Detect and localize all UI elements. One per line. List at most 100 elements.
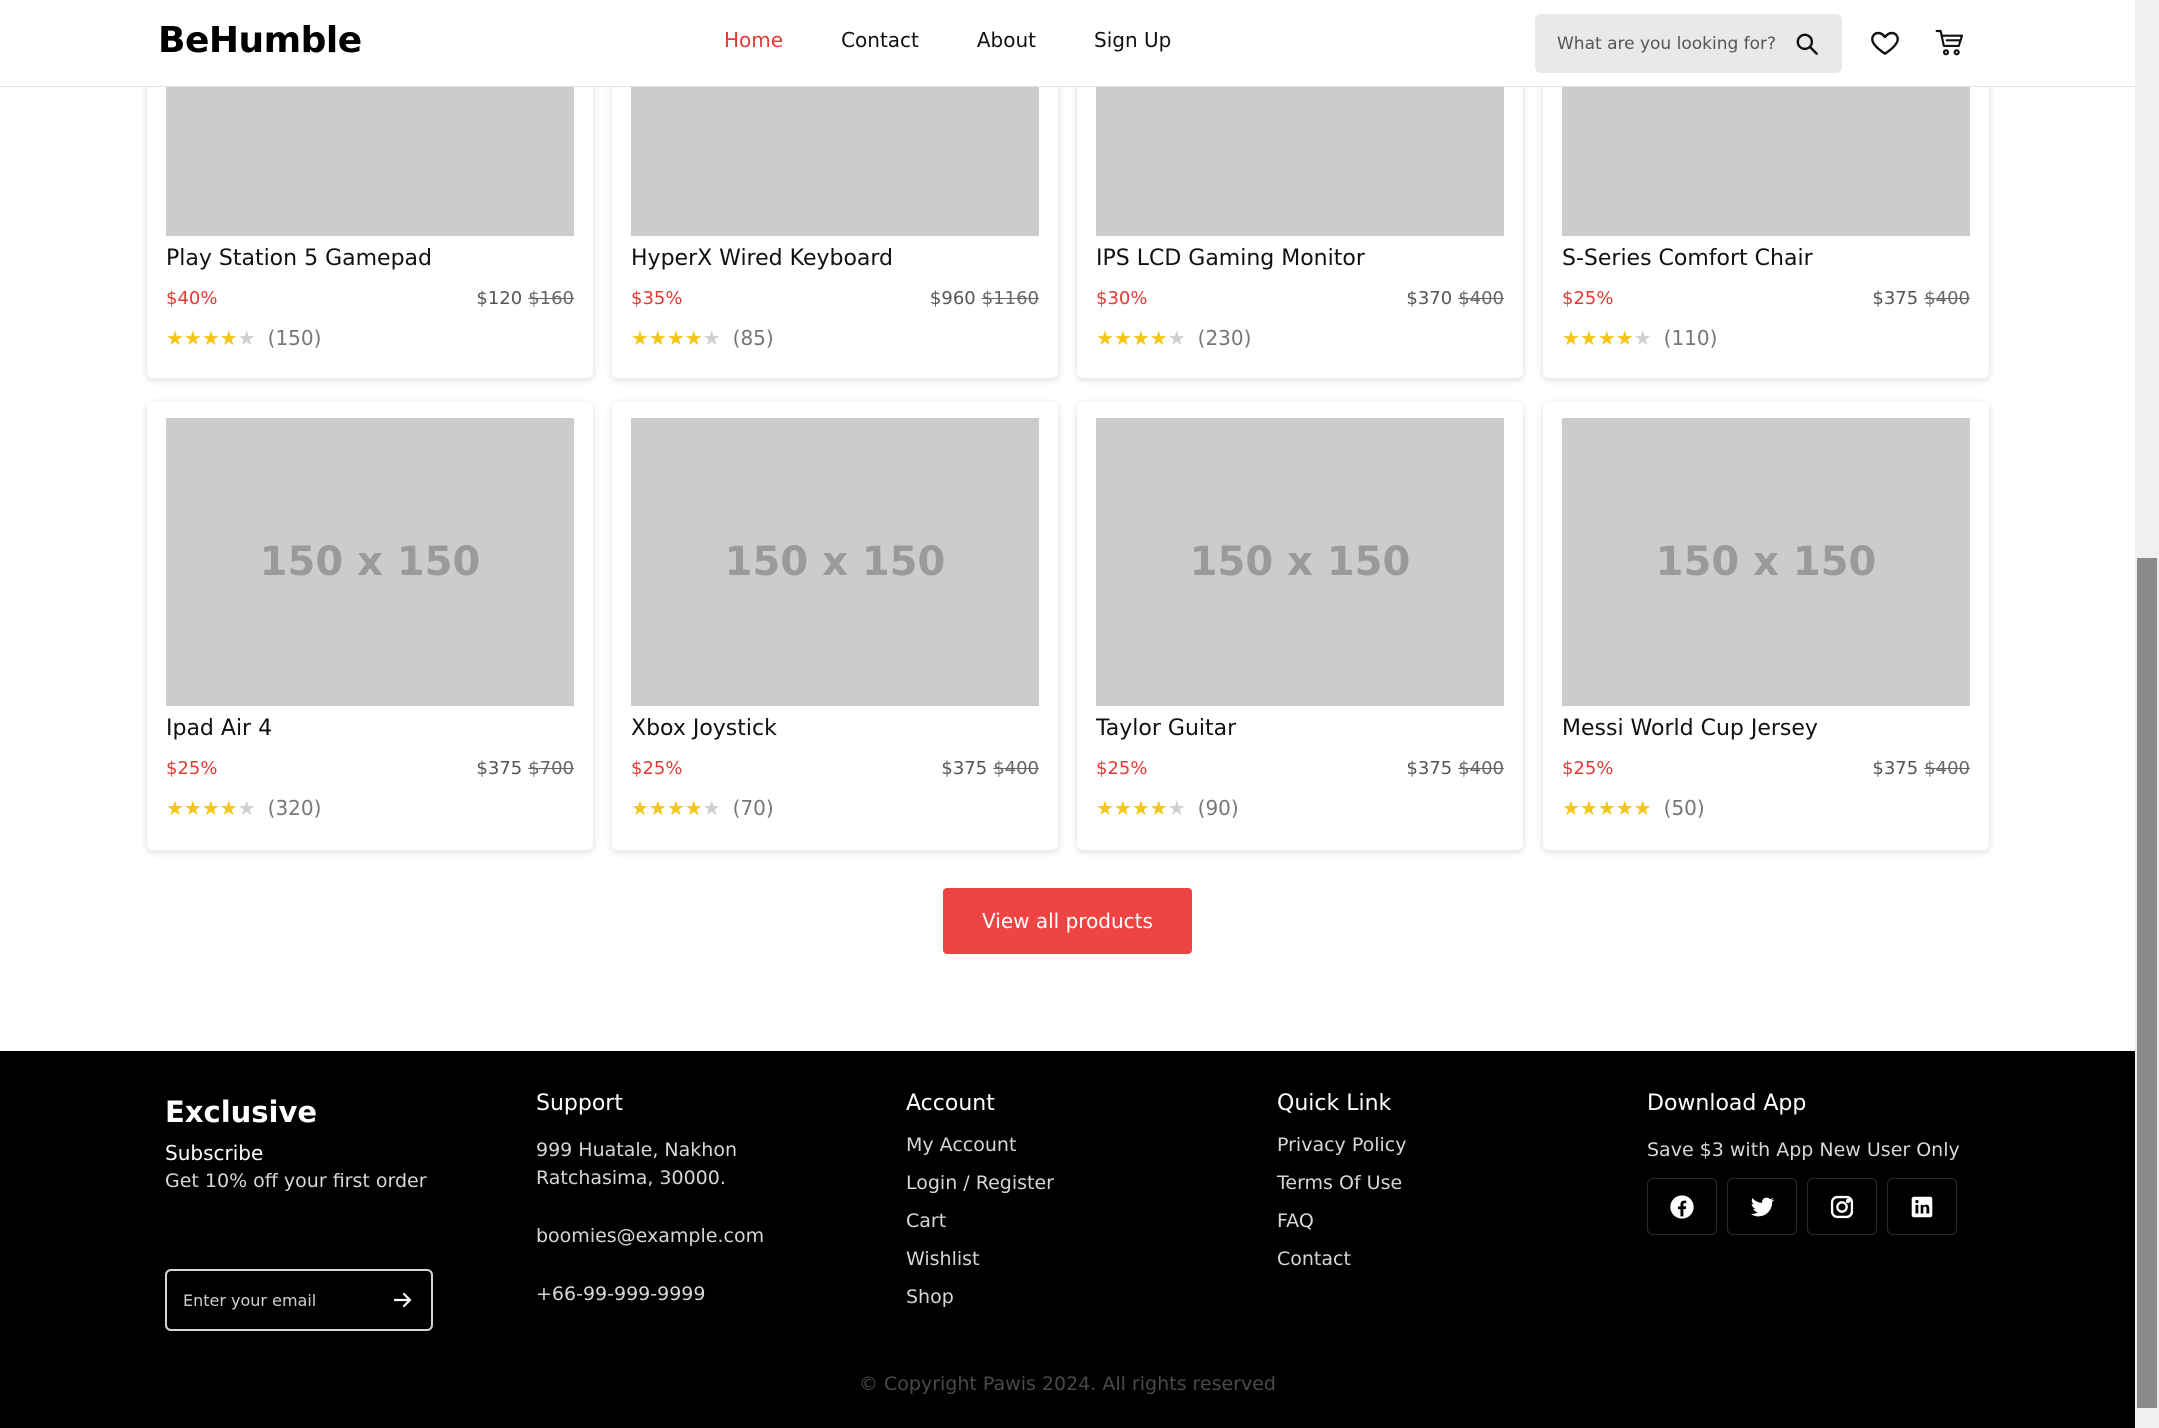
support-address-line1: 999 Huatale, Nakhon xyxy=(536,1139,737,1161)
price-block: $375 $700 xyxy=(476,758,574,779)
old-price: $160 xyxy=(528,288,574,309)
price-block: $120 $160 xyxy=(476,288,574,309)
page-scrollbar[interactable] xyxy=(2135,0,2159,1428)
product-card[interactable]: 150 x 150 Xbox Joystick $25% $375 $400 ★★… xyxy=(612,402,1058,850)
footer-link-terms-of-use[interactable]: Terms Of Use xyxy=(1277,1164,1577,1202)
search-icon[interactable] xyxy=(1794,31,1820,57)
footer-link-login-register[interactable]: Login / Register xyxy=(906,1164,1206,1202)
wishlist-heart-icon[interactable] xyxy=(1869,27,1901,59)
send-arrow-icon[interactable] xyxy=(391,1288,415,1312)
discount-label: $35% xyxy=(631,288,683,309)
support-email[interactable]: boomies@example.com xyxy=(536,1222,836,1250)
nav-sign-up[interactable]: Sign Up xyxy=(1094,28,1171,52)
old-price: $400 xyxy=(993,758,1039,779)
product-name[interactable]: Messi World Cup Jersey xyxy=(1562,716,1818,741)
product-card[interactable]: 150 x 150 Messi World Cup Jersey $25% $3… xyxy=(1543,402,1989,850)
email-input[interactable] xyxy=(183,1290,391,1310)
search-input[interactable] xyxy=(1557,33,1784,54)
discount-label: $25% xyxy=(631,758,683,779)
product-name[interactable]: Play Station 5 Gamepad xyxy=(166,246,432,271)
discount-label: $25% xyxy=(1096,758,1148,779)
rating: ★★★★★ (50) xyxy=(1562,796,1705,820)
product-name[interactable]: Xbox Joystick xyxy=(631,716,777,741)
current-price: $120 xyxy=(476,288,523,309)
current-price: $375 xyxy=(476,758,523,779)
current-price: $370 xyxy=(1406,288,1453,309)
nav-about[interactable]: About xyxy=(977,28,1036,52)
support-title: Support xyxy=(536,1091,623,1116)
rating: ★★★★★ (70) xyxy=(631,796,774,820)
current-price: $375 xyxy=(1872,758,1919,779)
footer-link-privacy-policy[interactable]: Privacy Policy xyxy=(1277,1126,1577,1164)
price-block: $375 $400 xyxy=(941,758,1039,779)
footer-account: Account My Account Login / Register Cart… xyxy=(906,1091,1206,1316)
footer-link-shop[interactable]: Shop xyxy=(906,1278,1206,1316)
product-card[interactable]: 150 x 150 Taylor Guitar $25% $375 $400 ★★… xyxy=(1077,402,1523,850)
old-price: $700 xyxy=(528,758,574,779)
footer-link-my-account[interactable]: My Account xyxy=(906,1126,1206,1164)
search-bar xyxy=(1535,14,1842,73)
support-address-line2: Ratchasima, 30000. xyxy=(536,1167,726,1189)
view-all-products-button[interactable]: View all products xyxy=(943,888,1192,954)
linkedin-icon[interactable] xyxy=(1887,1178,1957,1235)
footer-link-cart[interactable]: Cart xyxy=(906,1202,1206,1240)
current-price: $375 xyxy=(941,758,988,779)
star-rating-icon: ★★★★★ xyxy=(166,326,256,350)
nav-contact[interactable]: Contact xyxy=(841,28,919,52)
price-block: $375 $400 xyxy=(1406,758,1504,779)
download-text: Save $3 with App New User Only xyxy=(1647,1139,1960,1161)
copyright-text: © Copyright Pawis 2024. All rights reser… xyxy=(858,1373,1276,1395)
footer-download-app: Download App Save $3 with App New User O… xyxy=(1647,1091,2067,1235)
price-block: $370 $400 xyxy=(1406,288,1504,309)
nav-home[interactable]: Home xyxy=(724,28,783,52)
site-header: BeHumble Home Contact About Sign Up xyxy=(0,0,2135,87)
product-name[interactable]: IPS LCD Gaming Monitor xyxy=(1096,246,1365,271)
product-name[interactable]: S-Series Comfort Chair xyxy=(1562,246,1813,271)
star-rating-icon: ★★★★★ xyxy=(631,326,721,350)
rating: ★★★★★ (320) xyxy=(166,796,321,820)
account-title: Account xyxy=(906,1091,995,1116)
review-count: (85) xyxy=(732,326,774,350)
product-name[interactable]: HyperX Wired Keyboard xyxy=(631,246,893,271)
product-image[interactable]: 150 x 150 xyxy=(1562,418,1970,706)
star-rating-icon: ★★★★★ xyxy=(1562,326,1652,350)
scrollbar-thumb[interactable] xyxy=(2137,558,2157,1408)
footer-quick-link: Quick Link Privacy Policy Terms Of Use F… xyxy=(1277,1091,1577,1278)
price-block: $375 $400 xyxy=(1872,288,1970,309)
site-footer: Exclusive Subscribe Get 10% off your fir… xyxy=(0,1051,2135,1428)
brand-logo[interactable]: BeHumble xyxy=(158,20,362,61)
old-price: $400 xyxy=(1458,758,1504,779)
product-name[interactable]: Taylor Guitar xyxy=(1096,716,1236,741)
rating: ★★★★★ (110) xyxy=(1562,326,1717,350)
review-count: (50) xyxy=(1663,796,1705,820)
cart-icon[interactable] xyxy=(1934,27,1966,59)
product-image[interactable]: 150 x 150 xyxy=(1096,418,1504,706)
quick-link-title: Quick Link xyxy=(1277,1091,1392,1116)
twitter-icon[interactable] xyxy=(1727,1178,1797,1235)
old-price: $400 xyxy=(1924,288,1970,309)
instagram-icon[interactable] xyxy=(1807,1178,1877,1235)
product-card[interactable]: 150 x 150 Ipad Air 4 $25% $375 $700 ★★★★★… xyxy=(147,402,593,850)
star-rating-icon: ★★★★★ xyxy=(1096,326,1186,350)
footer-link-contact[interactable]: Contact xyxy=(1277,1240,1577,1278)
footer-link-wishlist[interactable]: Wishlist xyxy=(906,1240,1206,1278)
footer-brand: Exclusive xyxy=(165,1095,318,1129)
discount-label: $25% xyxy=(1562,758,1614,779)
footer-subscribe: Exclusive Subscribe Get 10% off your fir… xyxy=(165,1095,465,1331)
facebook-icon[interactable] xyxy=(1647,1178,1717,1235)
footer-link-faq[interactable]: FAQ xyxy=(1277,1202,1577,1240)
rating: ★★★★★ (230) xyxy=(1096,326,1251,350)
price-block: $960 $1160 xyxy=(930,288,1039,309)
review-count: (90) xyxy=(1197,796,1239,820)
star-rating-icon: ★★★★★ xyxy=(166,796,256,820)
product-image[interactable]: 150 x 150 xyxy=(631,418,1039,706)
star-rating-icon: ★★★★★ xyxy=(1562,796,1652,820)
subscribe-text: Get 10% off your first order xyxy=(165,1170,427,1192)
product-name[interactable]: Ipad Air 4 xyxy=(166,716,272,741)
rating: ★★★★★ (90) xyxy=(1096,796,1239,820)
support-phone[interactable]: +66-99-999-9999 xyxy=(536,1280,836,1308)
social-links xyxy=(1647,1178,2067,1235)
review-count: (110) xyxy=(1663,326,1718,350)
subscribe-title: Subscribe xyxy=(165,1141,264,1165)
product-image[interactable]: 150 x 150 xyxy=(166,418,574,706)
